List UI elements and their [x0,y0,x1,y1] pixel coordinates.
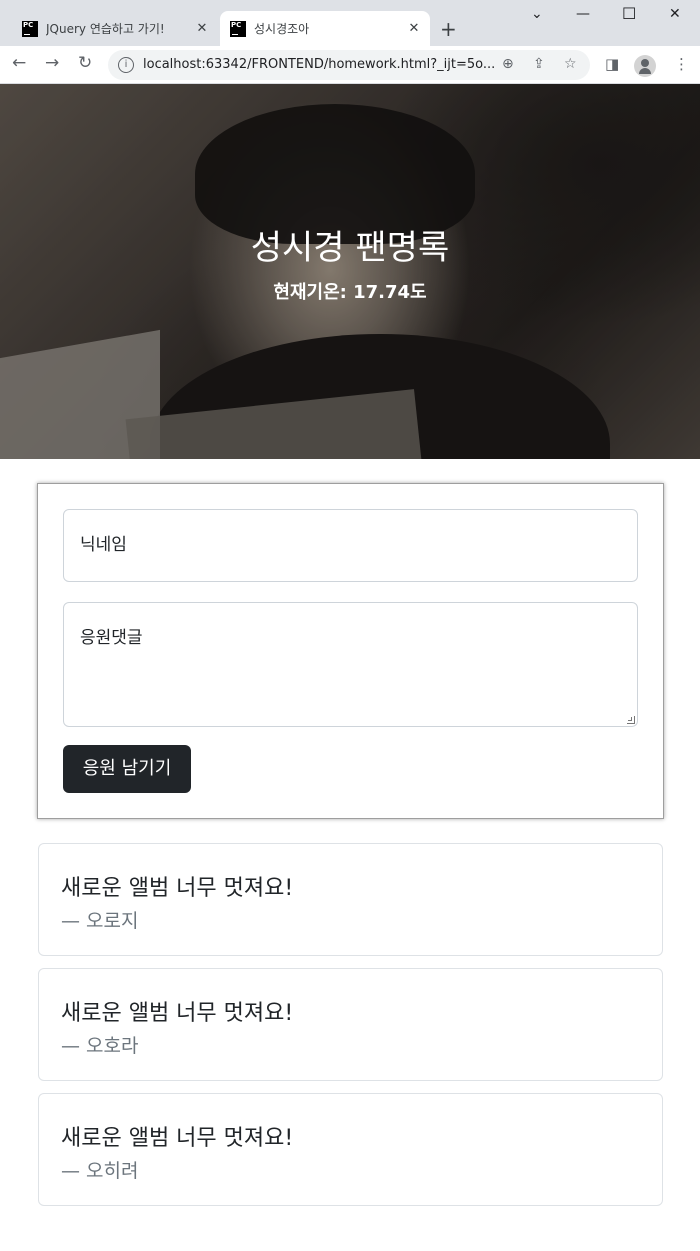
pycharm-favicon-icon [230,20,246,37]
comment-message: 새로운 앨범 너무 멋져요! [61,876,294,901]
tab-search-icon[interactable]: ⌄ [531,6,543,22]
close-tab-icon[interactable]: ✕ [404,21,424,36]
star-icon[interactable]: ☆ [564,56,577,72]
browser-tab-active[interactable]: 성시경조아 ✕ [220,11,430,46]
arrow-left-icon[interactable]: ← [12,53,26,73]
comment-card: 새로운 앨범 너무 멋져요! — 오호라 [38,968,663,1081]
comment-textarea[interactable]: 응원댓글 [63,602,638,727]
side-panel-icon[interactable]: ◨ [605,55,619,73]
minimize-icon[interactable]: — [576,6,590,22]
browser-tab[interactable]: JQuery 연습하고 가기! ✕ [12,11,218,46]
tab-title: 성시경조아 [254,22,310,36]
close-tab-icon[interactable]: ✕ [192,21,212,36]
page-title: 성시경 팬명록 [250,228,450,268]
hero-overlay [0,84,700,459]
nickname-input[interactable]: 닉네임 [63,509,638,582]
close-window-icon[interactable]: ✕ [669,6,681,22]
browser-toolbar: ← → ↻ i localhost:63342/FRONTEND/homewor… [0,46,700,84]
new-tab-icon[interactable]: + [440,17,457,41]
info-icon[interactable]: i [118,57,134,73]
url-text: localhost:63342/FRONTEND/homework.html?_… [143,57,496,72]
resize-handle-icon[interactable] [627,716,635,724]
post-form: 닉네임 응원댓글 응원 남기기 [37,483,664,819]
share-icon[interactable]: ⇪ [533,56,545,72]
address-bar[interactable]: i localhost:63342/FRONTEND/homework.html… [108,50,590,80]
pycharm-favicon-icon [22,20,38,37]
temperature-text: 현재기온: 17.74도 [273,282,427,303]
comment-placeholder: 응원댓글 [80,628,143,648]
browser-tab-bar: JQuery 연습하고 가기! ✕ 성시경조아 ✕ + ⌄ — ☐ ✕ [0,0,700,46]
comment-author: — 오로지 [61,910,139,932]
kebab-menu-icon[interactable]: ⋮ [674,55,689,73]
zoom-icon[interactable]: ⊕ [502,56,514,72]
comment-author: — 오호라 [61,1035,139,1057]
tab-title: JQuery 연습하고 가기! [46,22,165,36]
comment-card: 새로운 앨범 너무 멋져요! — 오로지 [38,843,663,956]
submit-comment-button[interactable]: 응원 남기기 [63,745,191,793]
comment-author: — 오히려 [61,1160,139,1182]
arrow-right-icon[interactable]: → [45,53,59,73]
comment-message: 새로운 앨범 너무 멋져요! [61,1126,294,1151]
hero-banner: 성시경 팬명록 현재기온: 17.74도 [0,84,700,459]
comment-message: 새로운 앨범 너무 멋져요! [61,1001,294,1026]
profile-icon[interactable] [634,55,656,77]
maximize-icon[interactable]: ☐ [622,4,636,23]
reload-icon[interactable]: ↻ [78,53,92,73]
comment-card: 새로운 앨범 너무 멋져요! — 오히려 [38,1093,663,1206]
